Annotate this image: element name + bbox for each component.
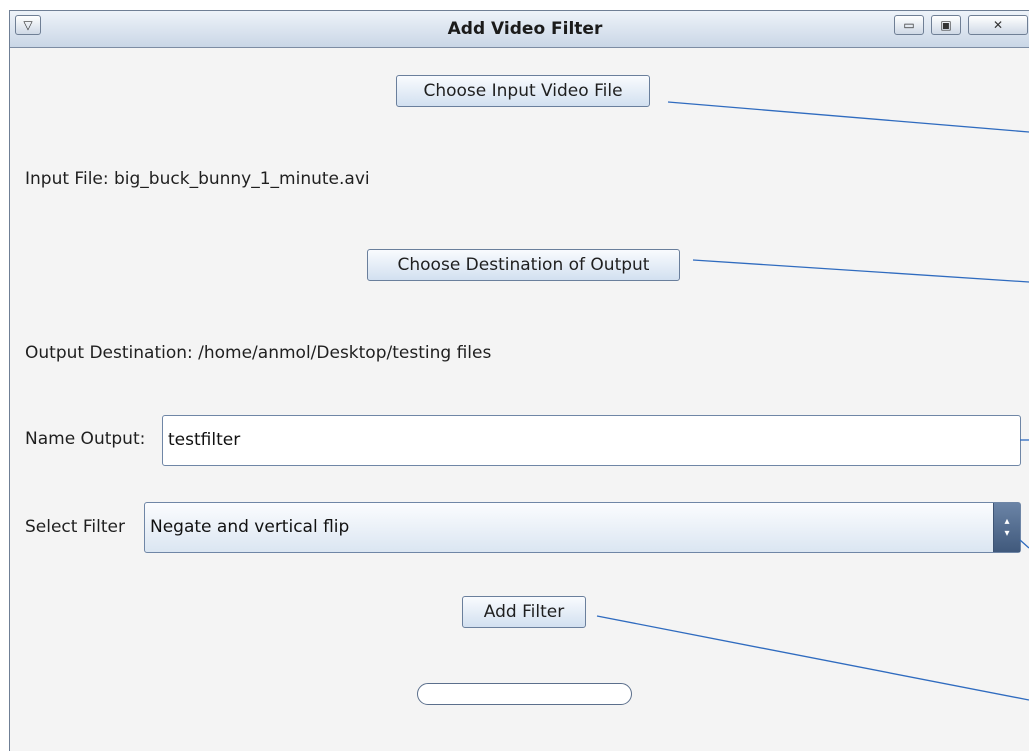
connector-lines — [596, 101, 1029, 701]
connector-line-filter — [1019, 539, 1029, 549]
connector-line-input — [667, 101, 1029, 133]
connector-line-add-filter — [596, 615, 1029, 701]
connector-line-destination — [692, 259, 1029, 283]
